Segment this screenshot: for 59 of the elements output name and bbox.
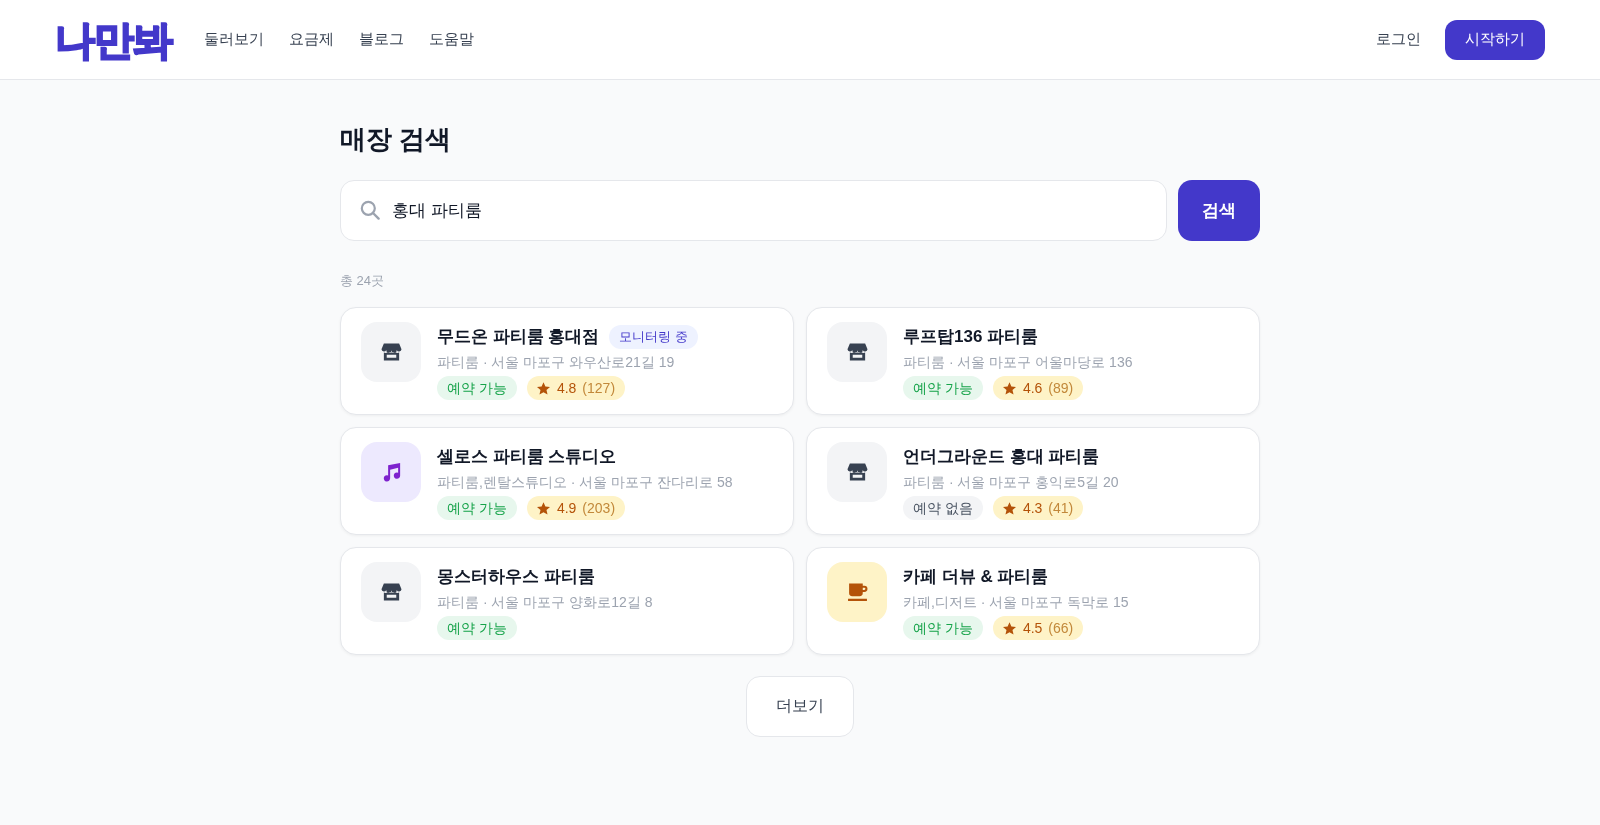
- store-address: 파티룸 · 서울 마포구 양화로12길 8: [437, 593, 653, 612]
- store-name: 무드온 파티룸 홍대점: [437, 326, 600, 348]
- result-count: 총 24곳: [340, 272, 386, 290]
- rating-score: 4.9: [556, 499, 577, 518]
- music-note-icon: [361, 442, 421, 502]
- logo[interactable]: 나만봐: [55, 17, 172, 62]
- monitoring-badge: 모니터링 중: [609, 325, 699, 349]
- store-name: 셀로스 파티룸 스튜디오: [437, 446, 617, 468]
- store-address: 카페,디저트 · 서울 마포구 독막로 15: [903, 593, 1129, 612]
- store-name: 루프탑136 파티룸: [903, 326, 1039, 348]
- store-name: 몽스터하우스 파티룸: [437, 566, 595, 588]
- store-icon: [827, 442, 887, 502]
- review-count: (89): [1048, 379, 1074, 398]
- star-icon: [536, 381, 550, 395]
- store-card[interactable]: 무드온 파티룸 홍대점 모니터링 중 파티룸 · 서울 마포구 와우산로21길 19 예약 가능 4.8 (127): [340, 307, 794, 415]
- coffee-cup-icon: [827, 562, 887, 622]
- store-icon: [361, 562, 421, 622]
- store-card[interactable]: 셀로스 파티룸 스튜디오 파티룸,렌탈스튜디오 · 서울 마포구 잔다리로 58 예약 가능 4.9 (203): [340, 427, 794, 535]
- nav-link[interactable]: 둘러보기: [204, 30, 264, 49]
- booking-status-badge: 예약 가능: [903, 616, 983, 640]
- booking-status-badge: 예약 없음: [903, 496, 983, 520]
- store-address: 파티룸 · 서울 마포구 와우산로21길 19: [437, 353, 676, 372]
- booking-status-badge: 예약 가능: [903, 376, 983, 400]
- nav-link[interactable]: 도움말: [429, 30, 474, 49]
- store-address: 파티룸 · 서울 마포구 홍익로5길 20: [903, 473, 1119, 492]
- review-count: (66): [1048, 619, 1074, 638]
- store-address: 파티룸,렌탈스튜디오 · 서울 마포구 잔다리로 58: [437, 473, 733, 492]
- store-address: 파티룸 · 서울 마포구 어울마당로 136: [903, 353, 1133, 372]
- store-card[interactable]: 몽스터하우스 파티룸 파티룸 · 서울 마포구 양화로12길 8 예약 가능: [340, 547, 794, 655]
- booking-status-badge: 예약 가능: [437, 496, 517, 520]
- star-icon: [1002, 381, 1016, 395]
- review-count: (203): [582, 499, 616, 518]
- star-icon: [1002, 621, 1016, 635]
- store-card[interactable]: 카페 더뷰 & 파티룸 카페,디저트 · 서울 마포구 독막로 15 예약 가능 4.5 (66): [806, 547, 1260, 655]
- rating-score: 4.3: [1022, 499, 1043, 518]
- store-name: 언더그라운드 홍대 파티룸: [903, 446, 1100, 468]
- nav-link[interactable]: 요금제: [289, 30, 334, 49]
- store-icon: [827, 322, 887, 382]
- star-icon: [536, 501, 550, 515]
- page-title: 매장 검색: [340, 123, 453, 156]
- review-count: (41): [1048, 499, 1074, 518]
- rating-score: 4.8: [556, 379, 577, 398]
- login-link[interactable]: 로그인: [1376, 30, 1421, 49]
- store-card[interactable]: 루프탑136 파티룸 파티룸 · 서울 마포구 어울마당로 136 예약 가능 4.6 (89): [806, 307, 1260, 415]
- booking-status-badge: 예약 가능: [437, 616, 517, 640]
- star-icon: [1002, 501, 1016, 515]
- search-icon: [360, 200, 380, 220]
- review-count: (127): [582, 379, 616, 398]
- nav-link[interactable]: 블로그: [359, 30, 404, 49]
- rating-score: 4.6: [1022, 379, 1043, 398]
- store-name: 카페 더뷰 & 파티룸: [903, 566, 1049, 588]
- booking-status-badge: 예약 가능: [437, 376, 517, 400]
- rating-score: 4.5: [1022, 619, 1043, 638]
- search-button[interactable]: 검색: [1178, 180, 1260, 241]
- store-card[interactable]: 언더그라운드 홍대 파티룸 파티룸 · 서울 마포구 홍익로5길 20 예약 없음 4.3 (41): [806, 427, 1260, 535]
- store-icon: [361, 322, 421, 382]
- start-button[interactable]: 시작하기: [1445, 19, 1545, 60]
- search-field[interactable]: 홍대 파티룸: [340, 180, 1167, 241]
- load-more-button[interactable]: 더보기: [746, 676, 854, 737]
